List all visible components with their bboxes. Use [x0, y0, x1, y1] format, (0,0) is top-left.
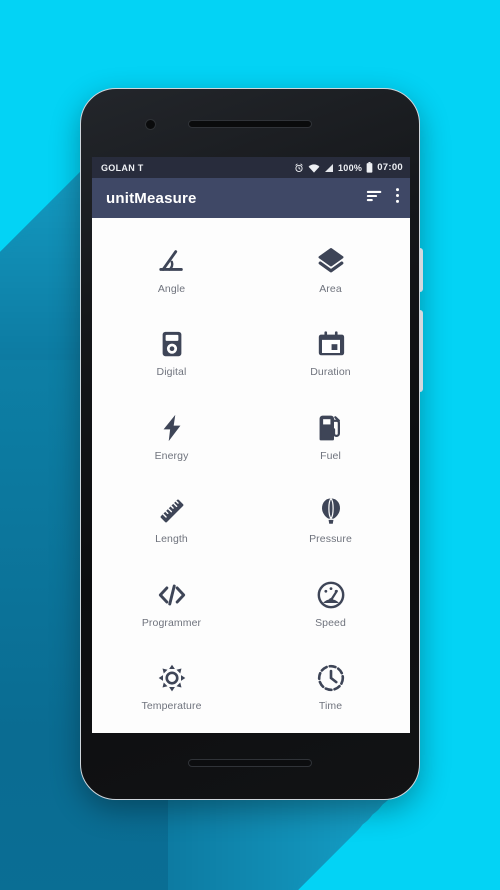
bottom-speaker-icon: [188, 759, 312, 767]
grid-item-time[interactable]: Time: [251, 646, 410, 730]
alarm-clock-icon: [294, 163, 304, 173]
grid-item-label: Angle: [157, 282, 186, 295]
app-bar-actions: [366, 187, 400, 209]
hot-air-balloon-icon: [315, 495, 347, 527]
grid-item-label: Area: [319, 282, 342, 295]
grid-item-programmer[interactable]: Programmer: [92, 562, 251, 646]
status-bar: GOLAN T 100% 07:00: [92, 157, 410, 178]
bottom-bezel: [81, 733, 419, 799]
fuel-pump-icon: [315, 412, 347, 444]
app-bar: unitMeasure: [92, 178, 410, 218]
overflow-menu-icon[interactable]: [395, 187, 400, 209]
grid-item-angle[interactable]: Angle: [92, 228, 251, 312]
grid-item-label: Pressure: [309, 533, 352, 546]
grid-item-label: Temperature: [141, 700, 202, 713]
app-title: unitMeasure: [106, 189, 197, 207]
grid-item-label: Time: [318, 700, 343, 713]
status-bar-icons: 100% 07:00: [294, 162, 403, 173]
grid-item-label: Duration: [310, 366, 351, 379]
grid-item-duration[interactable]: Duration: [251, 312, 410, 396]
power-button[interactable]: [419, 248, 423, 292]
code-brackets-icon: [156, 579, 188, 611]
cellular-signal-icon: [324, 163, 334, 173]
grid-item-speed[interactable]: Speed: [251, 562, 410, 646]
grid-item-fuel[interactable]: Fuel: [251, 395, 410, 479]
wifi-icon: [308, 163, 320, 173]
layers-icon: [315, 245, 347, 277]
speedometer-icon: [315, 579, 347, 611]
grid-item-digital[interactable]: Digital: [92, 312, 251, 396]
battery-full-icon: [366, 162, 373, 173]
brightness-sun-icon: [156, 662, 188, 694]
status-clock: 07:00: [377, 162, 403, 173]
grid-item-length[interactable]: Length: [92, 479, 251, 563]
volume-button[interactable]: [419, 310, 423, 392]
calendar-icon: [315, 328, 347, 360]
battery-percent-label: 100%: [337, 162, 363, 173]
grid-item-label: Energy: [154, 449, 189, 462]
front-camera-icon: [145, 119, 156, 130]
sort-icon[interactable]: [366, 189, 383, 208]
phone-screen: GOLAN T 100% 07:00 unitMeasure Angle Are…: [92, 157, 410, 733]
grid-item-temperature[interactable]: Temperature: [92, 646, 251, 730]
phone-body: GOLAN T 100% 07:00 unitMeasure Angle Are…: [80, 88, 420, 800]
carrier-label: GOLAN T: [101, 162, 144, 173]
dashed-clock-icon: [315, 662, 347, 694]
grid-item-energy[interactable]: Energy: [92, 395, 251, 479]
media-player-icon: [156, 328, 188, 360]
top-bezel: [81, 89, 419, 157]
unit-category-grid: Angle Area Digital Duration Energy Fuel …: [92, 218, 410, 733]
earpiece-speaker-icon: [188, 120, 312, 128]
phone-device: GOLAN T 100% 07:00 unitMeasure Angle Are…: [80, 88, 423, 800]
lightning-bolt-icon: [156, 412, 188, 444]
angle-icon: [156, 245, 188, 277]
grid-item-area[interactable]: Area: [251, 228, 410, 312]
grid-item-label: Fuel: [320, 449, 341, 462]
grid-item-label: Speed: [315, 616, 346, 629]
grid-item-pressure[interactable]: Pressure: [251, 479, 410, 563]
grid-item-label: Length: [155, 533, 188, 546]
grid-item-label: Programmer: [141, 616, 202, 629]
ruler-icon: [156, 495, 188, 527]
grid-item-label: Digital: [156, 366, 187, 379]
